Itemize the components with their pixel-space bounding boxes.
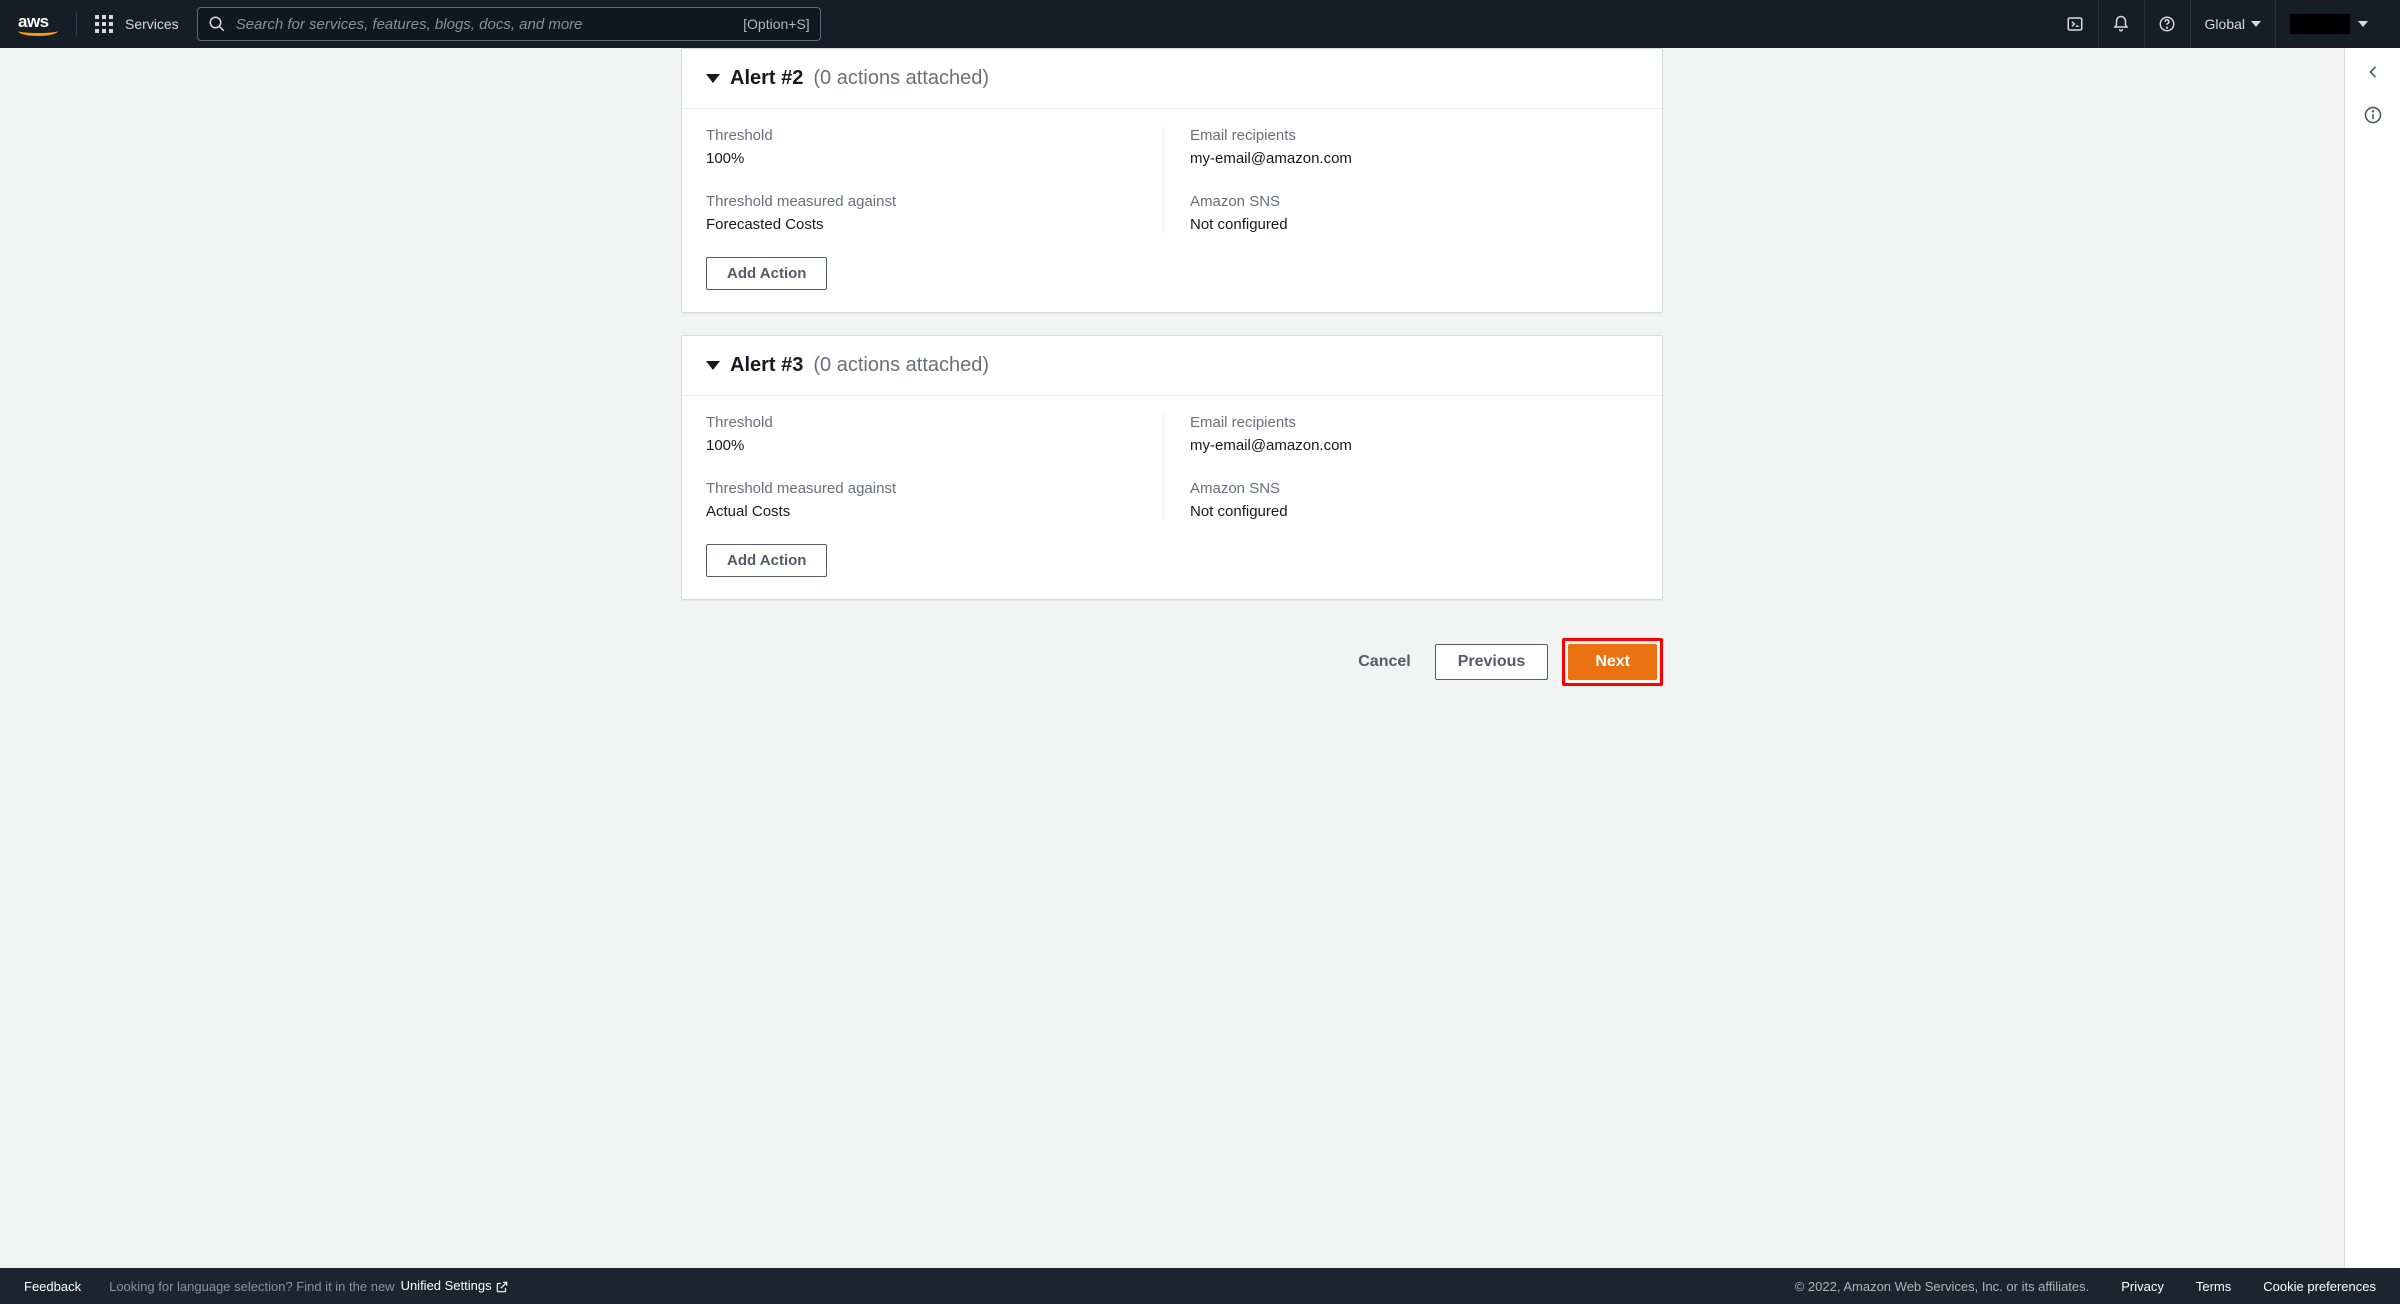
alert-3-header[interactable]: Alert #3 (0 actions attached) <box>682 336 1662 396</box>
collapse-icon <box>706 74 720 83</box>
main-area: Alert #2 (0 actions attached) Threshold … <box>0 48 2400 1268</box>
content-column: Alert #2 (0 actions attached) Threshold … <box>0 48 2344 1268</box>
sns-label: Amazon SNS <box>1190 193 1638 210</box>
email-value: my-email@amazon.com <box>1190 437 1638 454</box>
threshold-value: 100% <box>706 150 1172 167</box>
top-nav: aws Services [Option+S] Global <box>0 0 2400 48</box>
services-link[interactable]: Services <box>125 16 179 32</box>
global-search[interactable]: [Option+S] <box>197 7 821 41</box>
bottom-bar: Feedback Looking for language selection?… <box>0 1268 2400 1304</box>
next-highlight: Next <box>1562 638 1663 686</box>
measured-label: Threshold measured against <box>706 480 1172 497</box>
collapse-icon <box>706 361 720 370</box>
wizard-footer: Cancel Previous Next <box>681 622 1663 696</box>
notifications-button[interactable] <box>2098 0 2144 48</box>
region-label: Global <box>2205 16 2245 32</box>
email-label: Email recipients <box>1190 414 1638 431</box>
info-panel-button[interactable] <box>2363 105 2383 130</box>
email-value: my-email@amazon.com <box>1190 150 1638 167</box>
terms-link[interactable]: Terms <box>2196 1279 2231 1294</box>
alert-3-title: Alert #3 <box>730 354 803 377</box>
measured-label: Threshold measured against <box>706 193 1172 210</box>
external-link-icon <box>495 1280 509 1294</box>
alert-2-header[interactable]: Alert #2 (0 actions attached) <box>682 49 1662 109</box>
help-button[interactable] <box>2144 0 2190 48</box>
caret-down-icon <box>2251 21 2261 27</box>
alert-2-title: Alert #2 <box>730 67 803 90</box>
alert-card-3: Alert #3 (0 actions attached) Threshold … <box>681 335 1663 600</box>
aws-logo[interactable]: aws <box>18 13 58 36</box>
copyright-text: © 2022, Amazon Web Services, Inc. or its… <box>1795 1279 2090 1294</box>
cancel-button[interactable]: Cancel <box>1348 645 1420 679</box>
unified-settings-link[interactable]: Unified Settings <box>401 1278 510 1294</box>
collapse-panel-button[interactable] <box>2363 62 2383 87</box>
threshold-value: 100% <box>706 437 1172 454</box>
language-prompt: Looking for language selection? Find it … <box>109 1278 509 1294</box>
account-name-redacted <box>2290 14 2350 34</box>
help-icon <box>2158 15 2176 33</box>
account-menu[interactable] <box>2275 0 2382 48</box>
divider <box>76 12 77 36</box>
next-button[interactable]: Next <box>1568 644 1657 680</box>
alert-3-subtitle: (0 actions attached) <box>813 354 989 377</box>
search-icon <box>208 15 226 33</box>
services-grid-icon[interactable] <box>95 15 113 33</box>
sns-value: Not configured <box>1190 503 1638 520</box>
unified-settings-text: Unified Settings <box>401 1278 492 1293</box>
cloudshell-button[interactable] <box>2052 0 2098 48</box>
sns-value: Not configured <box>1190 216 1638 233</box>
cookie-preferences-link[interactable]: Cookie preferences <box>2263 1279 2376 1294</box>
info-icon <box>2363 105 2383 125</box>
add-action-button[interactable]: Add Action <box>706 544 827 577</box>
measured-value: Forecasted Costs <box>706 216 1172 233</box>
caret-down-icon <box>2358 21 2368 27</box>
email-label: Email recipients <box>1190 127 1638 144</box>
alert-card-2: Alert #2 (0 actions attached) Threshold … <box>681 48 1663 313</box>
threshold-label: Threshold <box>706 127 1172 144</box>
language-prompt-text: Looking for language selection? Find it … <box>109 1279 394 1294</box>
previous-button[interactable]: Previous <box>1435 644 1549 680</box>
privacy-link[interactable]: Privacy <box>2121 1279 2164 1294</box>
right-rail <box>2344 48 2400 1268</box>
threshold-label: Threshold <box>706 414 1172 431</box>
add-action-button[interactable]: Add Action <box>706 257 827 290</box>
chevron-left-icon <box>2363 62 2383 82</box>
region-selector[interactable]: Global <box>2190 0 2275 48</box>
alert-2-subtitle: (0 actions attached) <box>813 67 989 90</box>
measured-value: Actual Costs <box>706 503 1172 520</box>
feedback-link[interactable]: Feedback <box>24 1279 81 1294</box>
search-input[interactable] <box>236 16 733 33</box>
sns-label: Amazon SNS <box>1190 480 1638 497</box>
cloudshell-icon <box>2066 15 2084 33</box>
search-shortcut: [Option+S] <box>743 16 810 32</box>
bell-icon <box>2112 15 2130 33</box>
